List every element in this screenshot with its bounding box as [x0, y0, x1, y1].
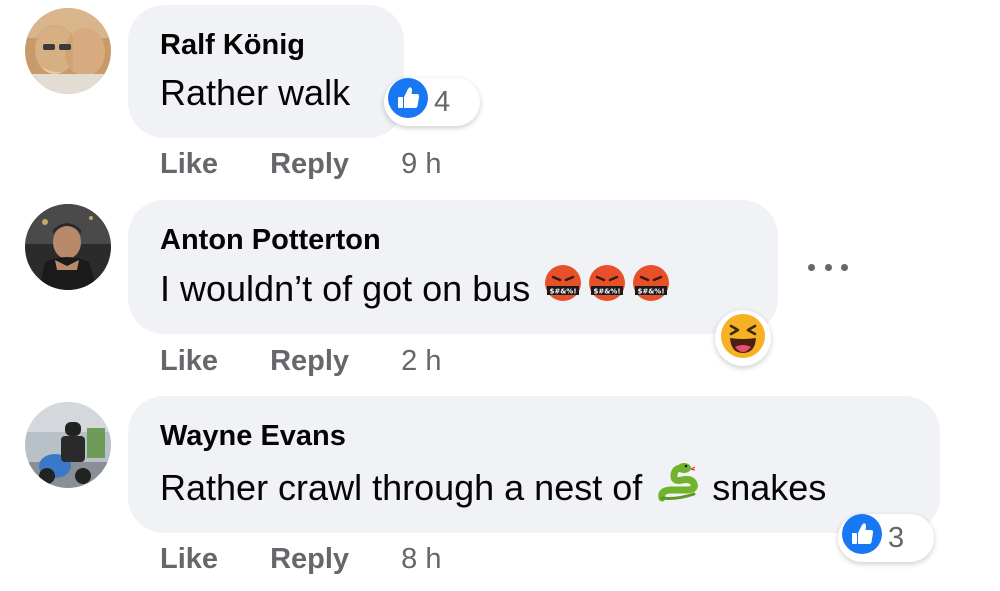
like-icon	[388, 78, 428, 126]
reaction-summary[interactable]: 4	[384, 78, 480, 126]
haha-icon	[720, 313, 766, 364]
comment-author[interactable]: Ralf König	[160, 27, 372, 63]
reaction-summary[interactable]	[715, 310, 771, 366]
snake-emoji	[656, 460, 700, 516]
comment-text: Rather walk	[160, 72, 351, 113]
comment-bubble: Wayne Evans Rather crawl through a nest …	[128, 396, 940, 533]
comment-author[interactable]: Wayne Evans	[160, 418, 908, 454]
reply-button[interactable]: Reply	[270, 345, 349, 377]
reaction-summary[interactable]: 3	[838, 514, 934, 562]
like-button[interactable]: Like	[160, 543, 218, 575]
comment-bubble: Anton Potterton I wouldn’t of got on bus…	[128, 200, 778, 334]
svg-text:$#&%!: $#&%!	[638, 288, 665, 296]
reply-button[interactable]: Reply	[270, 543, 349, 575]
avatar[interactable]	[25, 402, 111, 488]
avatar[interactable]	[25, 204, 111, 290]
comment-text-row: Rather crawl through a nest of snakes	[160, 460, 908, 516]
comment-actions: Like Reply 2 h	[160, 343, 441, 379]
comment-author[interactable]: Anton Potterton	[160, 222, 746, 258]
svg-text:$#&%!: $#&%!	[550, 288, 577, 296]
reaction-count: 3	[888, 521, 905, 554]
comment-text: I wouldn’t of got on bus	[160, 268, 531, 309]
more-options-icon[interactable]	[808, 257, 848, 277]
comment-bubble: Ralf König Rather walk	[128, 5, 404, 138]
comment-actions: Like Reply 8 h	[160, 541, 441, 577]
comment-text-row: I wouldn’t of got on bus $#&%! $#&%! $#&…	[160, 264, 746, 314]
cursing-face-emoji: $#&%!	[544, 264, 582, 314]
like-icon	[842, 514, 882, 562]
reaction-count: 4	[434, 85, 451, 118]
like-button[interactable]: Like	[160, 148, 218, 180]
comment-text: Rather crawl through a nest of	[160, 467, 643, 508]
comment-actions: Like Reply 9 h	[160, 146, 441, 182]
avatar[interactable]	[25, 8, 111, 94]
comment-text-end: snakes	[712, 467, 827, 508]
svg-text:$#&%!: $#&%!	[594, 288, 621, 296]
timestamp[interactable]: 9 h	[401, 148, 441, 180]
timestamp[interactable]: 2 h	[401, 345, 441, 377]
cursing-face-emoji: $#&%!	[588, 264, 626, 314]
timestamp[interactable]: 8 h	[401, 543, 441, 575]
cursing-face-emoji: $#&%!	[632, 264, 670, 314]
like-button[interactable]: Like	[160, 345, 218, 377]
reply-button[interactable]: Reply	[270, 148, 349, 180]
